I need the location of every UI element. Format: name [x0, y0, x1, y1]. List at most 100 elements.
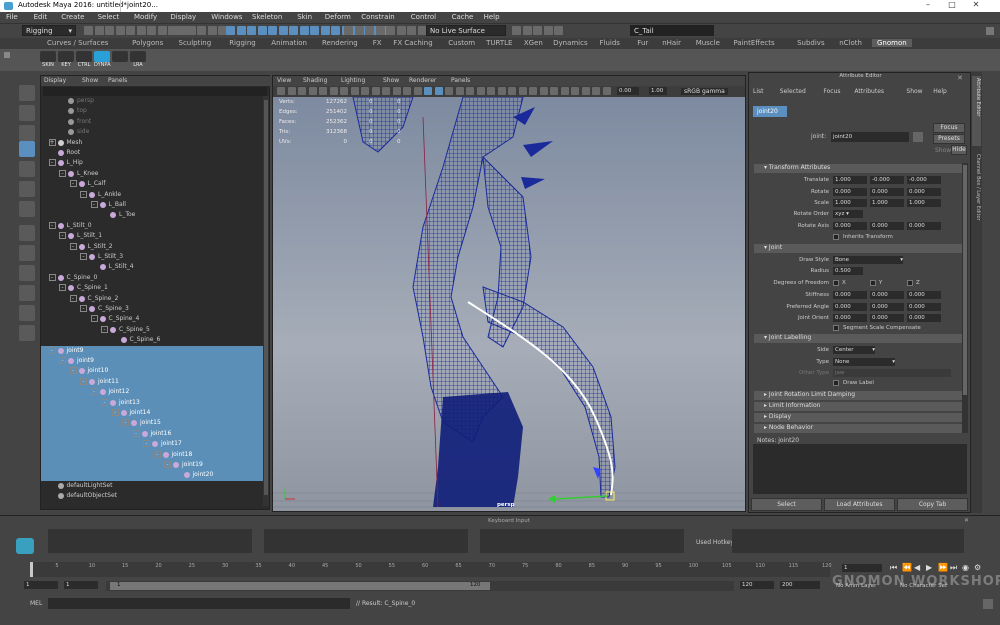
outliner-row[interactable]: - L_Stilt_2	[41, 242, 263, 252]
status-tool-icon-35[interactable]	[386, 26, 395, 35]
viewport-tool-icon-9[interactable]	[371, 87, 380, 95]
shelf-tab-xgen[interactable]: XGen	[519, 39, 548, 47]
script-language-toggle[interactable]: MEL	[30, 600, 42, 607]
outliner-row[interactable]: C_Spine_6	[41, 335, 263, 345]
outliner-row[interactable]: - joint17	[41, 439, 263, 450]
outliner-scrollbar[interactable]	[263, 96, 269, 506]
viewport-tool-icon-8[interactable]	[361, 87, 369, 95]
lasso-tool-icon[interactable]	[19, 105, 35, 121]
menu-windows[interactable]: Windows	[211, 13, 242, 21]
step-forward-key-icon[interactable]: ⏩	[938, 563, 948, 572]
outliner-row[interactable]: side	[41, 127, 263, 137]
viewport-tool-icon-4[interactable]	[319, 87, 327, 95]
status-tool-icon-17[interactable]	[247, 26, 256, 35]
panel-toggle-icon[interactable]	[986, 27, 994, 35]
color-space[interactable]: sRGB gamma	[681, 88, 728, 95]
viewport-menu-view[interactable]: View	[277, 77, 291, 84]
layout-icon-1[interactable]	[19, 265, 35, 281]
transform-field[interactable]: 1.000	[870, 199, 904, 207]
outliner-row[interactable]: persp	[41, 96, 263, 106]
shelf-tab-curves-surfaces[interactable]: Curves / Surfaces	[42, 39, 113, 47]
minimize-icon[interactable]: –	[918, 0, 938, 12]
outliner-row[interactable]: - joint16	[41, 428, 263, 440]
status-tool-icon-36[interactable]	[396, 26, 406, 35]
render-icon-0[interactable]	[512, 26, 521, 35]
status-tool-icon-11[interactable]	[186, 26, 196, 35]
hide-button[interactable]: Hide	[951, 145, 967, 155]
expand-toggle-icon[interactable]: -	[59, 232, 66, 240]
record-key-icon[interactable]: ◉	[962, 563, 969, 572]
status-tool-icon-12[interactable]	[197, 26, 206, 35]
shelf-button-key[interactable]: KEY	[58, 51, 74, 69]
go-to-end-icon[interactable]: ⏭	[950, 563, 957, 573]
four-pane-icon[interactable]	[19, 245, 35, 261]
focus-button[interactable]: Focus	[933, 123, 965, 133]
viewport-tool-icon-27[interactable]	[560, 87, 569, 95]
expand-toggle-icon[interactable]: -	[80, 305, 87, 312]
menu-edit[interactable]: Edit	[34, 13, 48, 21]
menu-create[interactable]: Create	[61, 13, 84, 21]
joint-attr-field[interactable]: 0.000	[870, 302, 904, 311]
expand-toggle-icon[interactable]: -	[48, 346, 56, 354]
status-tool-icon-16[interactable]	[236, 26, 246, 35]
maximize-icon[interactable]: □	[942, 0, 962, 12]
expand-toggle-icon[interactable]: -	[48, 273, 56, 281]
viewport-tool-icon-31[interactable]	[602, 87, 611, 95]
outliner-row[interactable]: - L_Hip	[41, 158, 263, 168]
outliner-row[interactable]: - C_Spine_1	[41, 283, 263, 293]
tab-attribute-editor[interactable]: Attribute Editor	[972, 76, 981, 146]
menu-deform[interactable]: Deform	[325, 13, 351, 21]
select-button[interactable]: Select	[751, 498, 822, 511]
viewport-tool-icon-10[interactable]	[382, 87, 390, 95]
menu-file[interactable]: File	[6, 13, 18, 21]
menu-constrain[interactable]: Constrain	[361, 13, 395, 21]
shelf-tab-fur[interactable]: Fur	[632, 39, 653, 47]
outliner-row[interactable]: - C_Spine_5	[41, 325, 263, 335]
menu-skeleton[interactable]: Skeleton	[252, 13, 282, 21]
status-tool-icon-0[interactable]	[84, 26, 93, 35]
layout-icon-3[interactable]	[19, 305, 35, 321]
viewport-panel[interactable]: View Shading Lighting Show Renderer Panels 0.…	[272, 75, 746, 512]
type-dropdown[interactable]: None ▾	[833, 358, 895, 366]
menu-control[interactable]: Control	[411, 13, 436, 21]
shelf-tab-painteffects[interactable]: PaintEffects	[729, 39, 780, 47]
inherits-transform-checkbox[interactable]	[833, 234, 839, 240]
shelf-tab-dynamics[interactable]: Dynamics	[548, 39, 593, 47]
viewport-tool-icon-15[interactable]	[434, 87, 443, 95]
expand-toggle-icon[interactable]: -	[90, 388, 98, 396]
status-tool-icon-7[interactable]	[157, 26, 167, 35]
exposure-field[interactable]: 0.00	[617, 87, 639, 95]
render-icon-3[interactable]	[543, 26, 553, 35]
outliner-row[interactable]: - joint19	[41, 460, 263, 471]
viewport-menu-show[interactable]: Show	[383, 77, 399, 84]
transform-field[interactable]: 1.000	[833, 199, 867, 207]
outliner-row[interactable]: - joint11	[41, 376, 263, 388]
shelf-button-ctrl[interactable]: CTRL	[76, 51, 92, 69]
viewport-tool-icon-14[interactable]	[424, 87, 432, 95]
viewport-scene[interactable]: Verts: 127262 0 0 Edges: 251402 0 0 Faces: 252362…	[273, 97, 745, 511]
transform-attributes-section[interactable]: ▾ Transform Attributes	[754, 164, 962, 173]
outliner-row[interactable]: - joint9	[41, 356, 263, 367]
outliner-layout-icon[interactable]	[19, 325, 35, 341]
joint-attr-field[interactable]: 0.000	[907, 314, 941, 322]
expand-toggle-icon[interactable]: -	[69, 367, 77, 375]
viewport-menu-panels[interactable]: Panels	[451, 77, 470, 84]
outliner-row[interactable]: - joint14	[41, 408, 263, 419]
menu-modify[interactable]: Modify	[134, 13, 157, 21]
viewport-tool-icon-0[interactable]	[277, 87, 285, 95]
expand-toggle-icon[interactable]: +	[48, 138, 56, 146]
section-display[interactable]: ▸ Display	[754, 413, 962, 422]
outliner-row[interactable]: - L_Ball	[41, 200, 263, 210]
outliner-row[interactable]: + Mesh	[41, 138, 263, 148]
shelf-tab-sculpting[interactable]: Sculpting	[174, 39, 217, 47]
status-tool-icon-15[interactable]	[226, 26, 235, 35]
viewport-tool-icon-1[interactable]	[287, 87, 296, 95]
node-name-field[interactable]: joint20	[831, 132, 909, 142]
expand-toggle-icon[interactable]: -	[48, 221, 56, 229]
joint-section[interactable]: ▾ Joint	[754, 244, 962, 253]
status-tool-icon-6[interactable]	[147, 26, 156, 35]
shelf-tab-gnomon[interactable]: Gnomon	[872, 39, 912, 47]
rotate-tool-icon[interactable]	[19, 161, 35, 177]
status-tool-icon-32[interactable]	[354, 26, 364, 35]
outliner-row[interactable]: - joint13	[41, 397, 263, 408]
